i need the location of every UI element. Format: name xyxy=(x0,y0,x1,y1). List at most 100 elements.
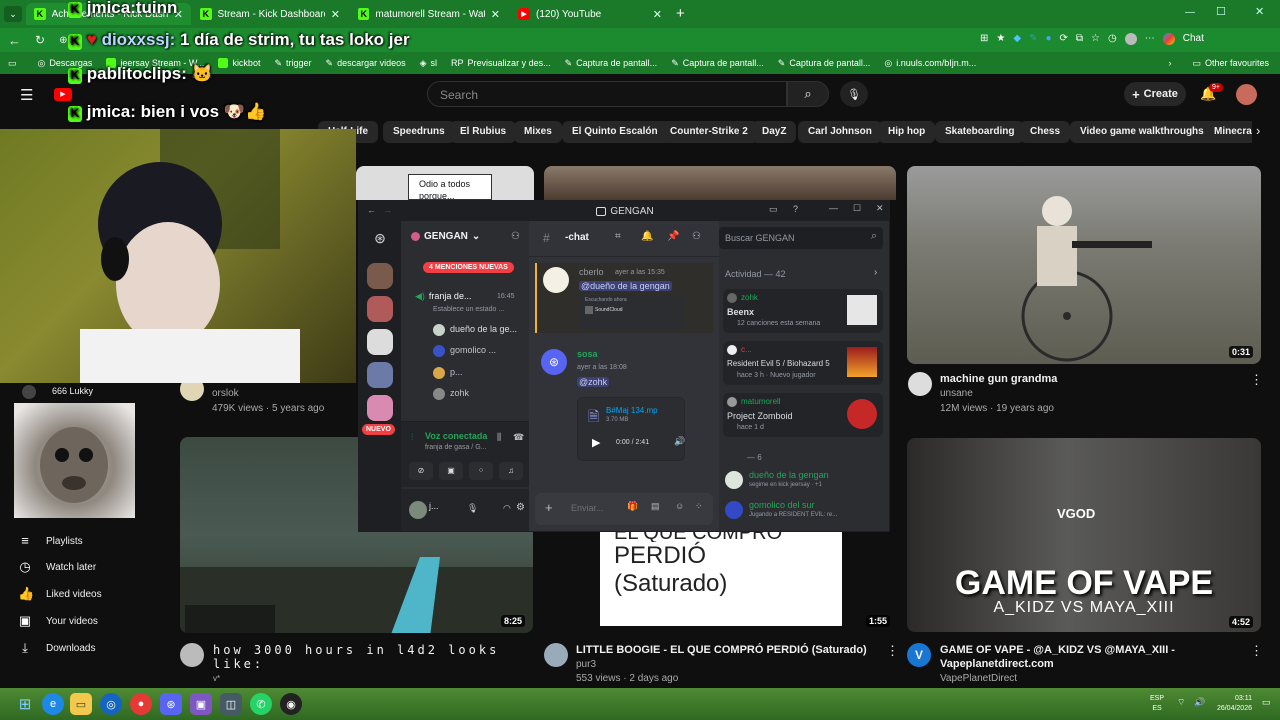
account-avatar[interactable] xyxy=(1236,84,1257,105)
video-thumbnail-game-of-vape[interactable]: VGOD GAME OF VAPE A_KIDZ VS MAYA_XIII 4:… xyxy=(907,438,1261,632)
more-options-icon[interactable]: ⋮ xyxy=(886,643,899,659)
bookmark[interactable]: kickbot xyxy=(211,58,267,68)
volume-icon[interactable]: 🔊 xyxy=(1194,697,1205,708)
member-item[interactable]: gomolico del sur Jugando a RESIDENT EVIL… xyxy=(723,499,883,521)
close-window-button[interactable]: ✕ xyxy=(876,203,884,214)
other-favourites[interactable]: ▭ Other favourites xyxy=(1185,58,1276,69)
windows-start-icon[interactable]: ⊞ xyxy=(14,693,36,715)
close-window-button[interactable]: ✕ xyxy=(1255,5,1264,18)
bookmark[interactable]: ✎ Captura de pantall... xyxy=(664,58,771,69)
activity-card[interactable]: zohk Beenx 12 canciones esta semana xyxy=(723,289,883,333)
sidebar-item-playlists[interactable]: ≡ Playlists xyxy=(18,529,82,553)
close-icon[interactable]: ✕ xyxy=(331,8,340,21)
app-icon[interactable]: ◫ xyxy=(220,693,242,715)
reload-icon[interactable]: ↻ xyxy=(35,33,45,47)
new-tab-button[interactable]: + xyxy=(676,5,685,22)
chip-chess[interactable]: Chess xyxy=(1020,121,1071,143)
bookmark[interactable]: ◎ i.nuuls.com/bIjn.m... xyxy=(877,58,983,69)
channel-name[interactable]: unsane xyxy=(940,387,973,401)
channel-name[interactable]: orslok xyxy=(212,387,239,401)
members-icon[interactable]: ⚇ xyxy=(692,231,701,242)
settings-icon[interactable]: ⚙ xyxy=(516,502,525,513)
pin-icon[interactable]: 📌 xyxy=(667,231,679,242)
create-button[interactable]: + Create xyxy=(1124,82,1186,106)
screen-share-button[interactable]: ▣ xyxy=(439,462,463,480)
voice-user[interactable]: p... xyxy=(433,367,463,379)
maximize-button[interactable]: ☐ xyxy=(1216,5,1226,18)
install-icon[interactable]: ⊞ xyxy=(980,33,988,45)
chip-mixes[interactable]: Mixes xyxy=(514,121,562,143)
history-icon[interactable]: ◷ xyxy=(1108,33,1117,45)
video-thumbnail-little-boogie[interactable]: EL QUE COMPRÓ PERDIÓ (Saturado) 1:55 xyxy=(544,532,896,633)
voice-user[interactable]: dueño de la ge... xyxy=(433,324,517,336)
search-input[interactable]: Search xyxy=(427,81,787,107)
sidebar-item-your-videos[interactable]: ▣ Your videos xyxy=(18,609,98,633)
user-avatar[interactable] xyxy=(543,267,569,293)
site-info-icon[interactable]: ⊕ xyxy=(59,35,67,46)
extension-icon[interactable]: ⧉ xyxy=(1076,33,1083,45)
bookmark[interactable]: ◈ sl xyxy=(413,58,444,69)
voice-search-button[interactable]: 🎙 xyxy=(840,81,868,107)
chip-dayz[interactable]: DayZ xyxy=(752,121,797,143)
user-avatar[interactable] xyxy=(409,501,427,519)
star-icon[interactable]: ★ xyxy=(996,33,1005,45)
extension-icon[interactable]: ◆ xyxy=(1013,33,1021,45)
gift-icon[interactable]: 🎁 xyxy=(627,501,638,512)
voice-user[interactable]: gomolico ... xyxy=(433,345,496,357)
app-icon[interactable]: ● xyxy=(130,693,152,715)
activity-card[interactable]: c... Resident Evil 5 / Biohazard 5 hace … xyxy=(723,341,883,385)
more-options-icon[interactable]: ⋮ xyxy=(1250,372,1263,388)
chip-skateboarding[interactable]: Skateboarding xyxy=(935,121,1025,143)
noise-icon[interactable]: ⫼ xyxy=(497,432,501,443)
channel-name[interactable]: VapePlanetDirect xyxy=(940,672,1017,686)
sidebar-item-liked-videos[interactable]: 👍 Liked videos xyxy=(18,582,102,606)
play-icon[interactable]: ▶ xyxy=(592,436,600,449)
headphones-icon[interactable]: ◠ xyxy=(503,503,511,514)
file-explorer-icon[interactable]: ▭ xyxy=(70,693,92,715)
mentions-badge[interactable]: 4 MENCIONES NUEVAS xyxy=(423,262,514,273)
language-indicator[interactable]: ESP ES xyxy=(1150,694,1164,714)
tab-stream-dashboard[interactable]: K Stream - Kick Dashboard ✕ xyxy=(192,3,348,25)
soundboard-button[interactable]: ♫ xyxy=(499,462,523,480)
network-icon[interactable]: ⌔ xyxy=(1177,697,1185,708)
chip-video-game-walkthroughs[interactable]: Video game walkthroughs xyxy=(1070,121,1214,143)
message-author[interactable]: sosa xyxy=(577,349,598,359)
search-button[interactable]: ⌕ xyxy=(787,81,829,107)
maximize-button[interactable]: ☐ xyxy=(853,203,861,214)
video-title[interactable]: LITTLE BOOGIE - EL QUE COMPRÓ PERDIÓ (Sa… xyxy=(576,643,876,657)
server-icon[interactable] xyxy=(367,263,393,289)
camera-off-button[interactable]: ⊘ xyxy=(409,462,433,480)
extension-icon[interactable]: ● xyxy=(1045,33,1051,45)
tab-list-button[interactable]: ⌄ xyxy=(4,6,22,22)
help-icon[interactable]: ? xyxy=(793,204,798,214)
chat-label[interactable]: Chat xyxy=(1183,33,1204,45)
channel-avatar[interactable] xyxy=(544,643,568,667)
volume-icon[interactable]: 🔊 xyxy=(674,436,685,447)
message-input[interactable]: + Enviar... 🎁 ▤ ☺ ⁘ xyxy=(535,493,713,525)
sidebar-item-downloads[interactable]: ⤓ Downloads xyxy=(18,636,95,660)
bookmark[interactable]: ✎ Captura de pantall... xyxy=(558,58,665,69)
close-icon[interactable]: ✕ xyxy=(491,8,500,21)
chevron-right-icon[interactable]: › xyxy=(1168,58,1171,68)
voice-user[interactable]: zohk xyxy=(433,388,469,400)
search-input[interactable]: Buscar GENGAN ⌕ xyxy=(719,227,883,249)
minimize-button[interactable]: — xyxy=(829,203,838,213)
subscription-avatar[interactable] xyxy=(22,385,36,399)
gif-icon[interactable]: ▤ xyxy=(651,501,660,512)
bookmark[interactable]: ✎ Captura de pantall... xyxy=(771,58,878,69)
back-icon[interactable]: ← xyxy=(367,205,376,215)
message-author[interactable]: cberlo xyxy=(579,267,604,277)
server-icon[interactable] xyxy=(367,296,393,322)
chip-carl-johnson[interactable]: Carl Johnson xyxy=(798,121,882,143)
channel-avatar[interactable]: V xyxy=(907,643,931,667)
chip-minecraft[interactable]: Minecra xyxy=(1204,121,1252,143)
channel-name[interactable]: pur3 xyxy=(576,658,596,672)
server-header[interactable]: GENGAN ⌄ xyxy=(411,231,480,242)
channel-avatar[interactable] xyxy=(180,643,204,667)
video-thumbnail[interactable] xyxy=(544,166,896,200)
mention[interactable]: @zohk xyxy=(577,377,610,387)
minimize-button[interactable]: — xyxy=(1185,7,1195,18)
chip-counter-strike-2[interactable]: Counter-Strike 2 xyxy=(660,121,758,143)
disconnect-icon[interactable]: ☎ xyxy=(513,432,524,443)
threads-icon[interactable]: ⌗ xyxy=(615,231,621,242)
